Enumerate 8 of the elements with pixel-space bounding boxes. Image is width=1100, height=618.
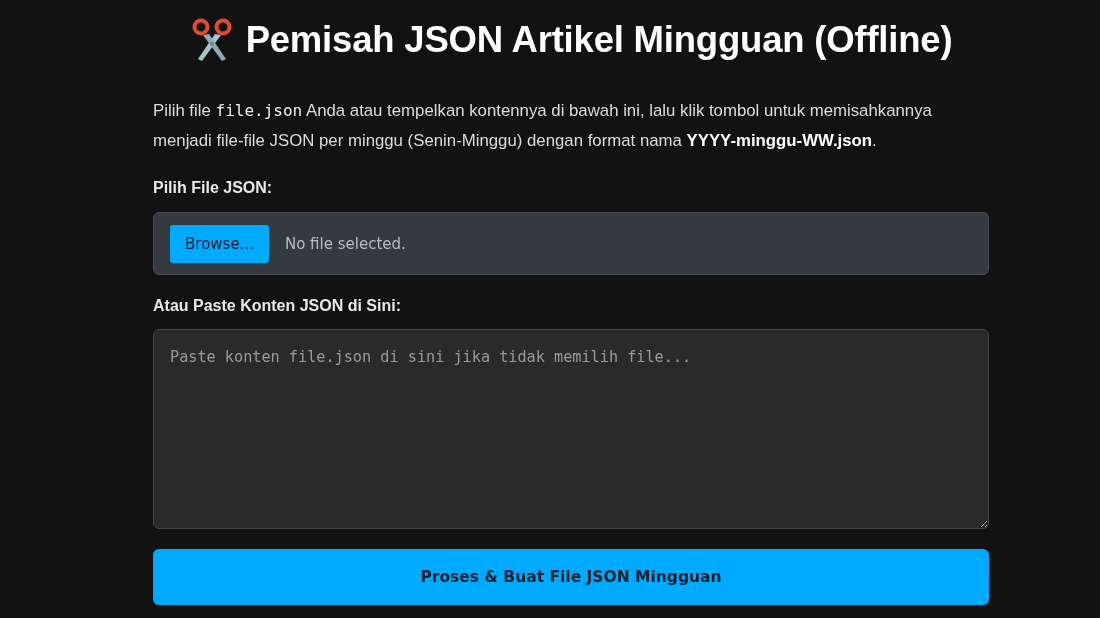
paste-field[interactable]: Paste konten file.json di sini jika tidak memilih file... xyxy=(153,329,989,529)
paste-label: Atau Paste Konten JSON di Sini: xyxy=(153,296,403,316)
process-button[interactable]: Proses & Buat File JSON Mingguan xyxy=(153,549,989,605)
page-title: Pemisah JSON Artikel Mingguan (Offline) xyxy=(245,19,953,61)
browse-button[interactable]: Browse... xyxy=(170,224,269,263)
file-label: Pilih File JSON: xyxy=(153,178,274,198)
file-status-text: No file selected. xyxy=(284,234,406,253)
description-text: Pilih file file.json Anda atau tempelkan kontennya di bawah ini, lalu klik tombol untuk memisahkannya menjadi file-file JSON per minggu (Senin-Minggu) dengan format nama YYYY-minggu-WW.json. xyxy=(153,100,933,152)
